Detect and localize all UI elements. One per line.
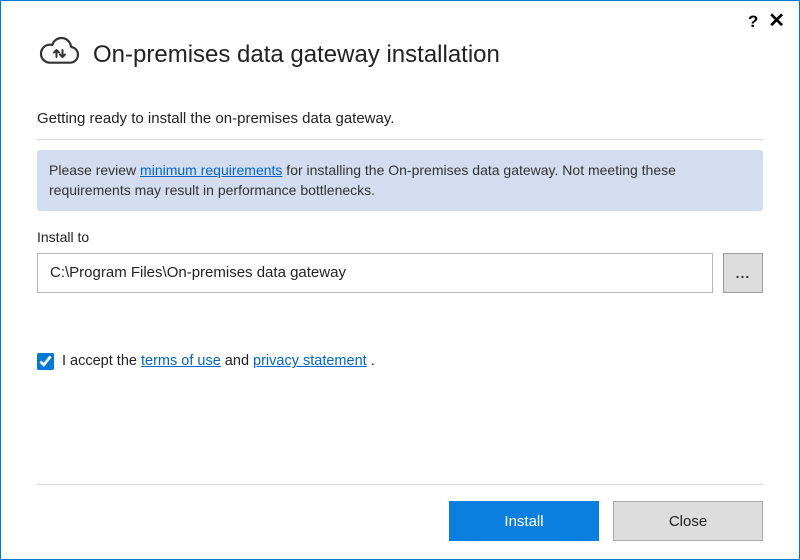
install-path-row: ... bbox=[37, 253, 763, 293]
browse-button[interactable]: ... bbox=[723, 253, 763, 293]
consent-prefix: I accept the bbox=[62, 353, 141, 369]
footer: Install Close bbox=[37, 484, 763, 559]
install-path-input[interactable] bbox=[37, 253, 713, 293]
close-icon[interactable]: ✕ bbox=[768, 11, 785, 31]
installer-window: ? ✕ On-premises data gateway installatio… bbox=[0, 0, 800, 560]
cloud-gateway-icon bbox=[37, 35, 81, 74]
consent-suffix: . bbox=[367, 353, 375, 369]
consent-row: I accept the terms of use and privacy st… bbox=[37, 353, 763, 370]
subtitle: Getting ready to install the on-premises… bbox=[37, 110, 763, 140]
header: On-premises data gateway installation bbox=[37, 35, 763, 74]
terms-of-use-link[interactable]: terms of use bbox=[141, 353, 221, 369]
install-to-label: Install to bbox=[37, 229, 763, 245]
close-button[interactable]: Close bbox=[613, 501, 763, 541]
notice-prefix: Please review bbox=[49, 162, 140, 178]
install-button[interactable]: Install bbox=[449, 501, 599, 541]
page-title: On-premises data gateway installation bbox=[93, 41, 500, 69]
consent-middle: and bbox=[221, 353, 253, 369]
window-controls: ? ✕ bbox=[748, 11, 785, 31]
help-icon[interactable]: ? bbox=[748, 13, 758, 30]
accept-checkbox[interactable] bbox=[37, 353, 54, 370]
minimum-requirements-link[interactable]: minimum requirements bbox=[140, 162, 282, 178]
requirements-notice: Please review minimum requirements for i… bbox=[37, 150, 763, 211]
privacy-statement-link[interactable]: privacy statement bbox=[253, 353, 367, 369]
consent-text: I accept the terms of use and privacy st… bbox=[62, 353, 375, 369]
